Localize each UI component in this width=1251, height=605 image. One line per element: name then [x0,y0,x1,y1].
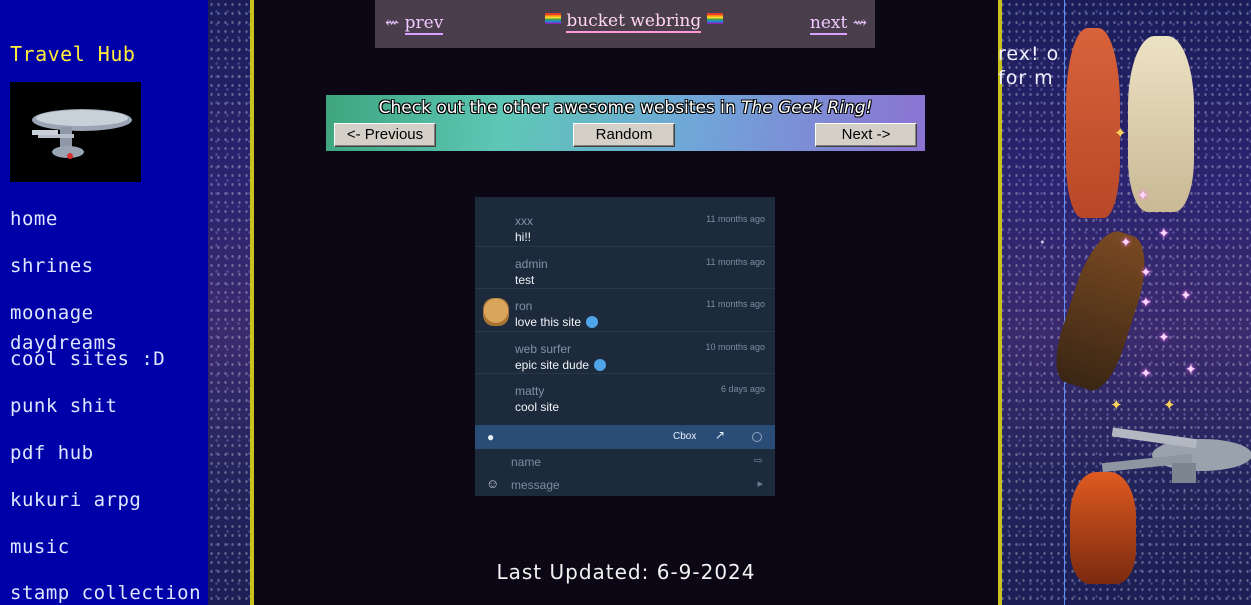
message-time: 11 months ago [706,257,765,267]
status-circle-icon[interactable] [752,432,762,442]
message-text: love this site [515,315,599,329]
geek-ring-next-button[interactable]: Next -> [815,123,917,147]
chat-message: matty cool site 6 days ago [475,374,775,425]
nav-moonage-daydreams[interactable]: moonage daydreams [10,298,208,354]
cbox-chat: xxx hi!! 11 months ago admin test 11 mon… [475,197,775,496]
sparkle-icon: ✦ [1140,295,1152,311]
user-icon[interactable]: ● [487,430,494,444]
geek-ring-banner: Check out the other awesome websites in … [326,95,925,151]
bucket-webring: ⇜ prev bucket webring next ⇝ [375,0,875,48]
nav-music[interactable]: music [10,532,208,579]
sparkle-icon: ✦ [1185,362,1197,378]
nav-stamp-collection[interactable]: stamp collection [10,578,208,605]
nav-cool-sites[interactable]: cool sites :D [10,344,208,391]
sparkle-icon: ✦ [1158,226,1170,242]
cbox-toolbar: ● Cbox ↗ [475,425,775,449]
bowie-figure [1070,472,1136,584]
message-time: 10 months ago [705,342,765,352]
gold-sparkle-icon: ✦ [1110,396,1123,414]
wink-emoji-icon [594,359,607,371]
sidebar: Travel Hub home shrines moonage daydream… [0,0,208,605]
message-text: test [515,273,535,287]
message-author: ron [515,299,533,313]
name-input[interactable] [511,453,747,470]
sparkle-icon: ✦ [1158,330,1170,346]
message-author: admin [515,257,548,271]
nav-shrines[interactable]: shrines [10,251,208,298]
nav-home[interactable]: home [10,204,208,251]
right-panel-text: rex! o for m [998,42,1068,90]
message-author: web surfer [515,342,572,356]
starship-image [10,82,141,182]
nav-punk[interactable]: punk shit [10,391,208,438]
sunglasses-emoji-icon [586,316,599,328]
sparkle-icon: ✦ [1180,288,1192,304]
main-content: ⇜ prev bucket webring next ⇝ Check out t… [250,0,1002,605]
nav-kukuri-arpg[interactable]: kukuri arpg [10,485,208,532]
last-updated: Last Updated: 6-9-2024 [496,560,756,584]
message-author: xxx [515,214,533,228]
geek-ring-message-text: Check out the other awesome websites in [378,98,742,118]
webring-prev-link[interactable]: ⇜ prev [385,13,444,35]
message-text: hi!! [515,230,532,244]
right-text-line1: rex! o [998,43,1060,65]
webring-next-link[interactable]: next ⇝ [809,13,867,35]
cbox-messages[interactable]: xxx hi!! 11 months ago admin test 11 mon… [475,197,775,425]
webring-title-label: bucket webring [566,11,702,33]
message-text-content: love this site [515,315,582,329]
chat-message: admin test 11 months ago [475,247,775,289]
sparkle-icon: ✦ [1140,265,1152,281]
sparkle-icon: ✦ [1137,188,1149,204]
message-author: matty [515,384,545,398]
login-icon[interactable]: ⇨ [754,454,763,467]
message-time: 11 months ago [706,299,765,309]
astronaut-figure-white [1128,36,1194,212]
cbox-name-row: ⇨ [475,450,775,473]
right-text-line2: for m [998,67,1054,89]
rainbow-flag-icon [545,13,561,24]
message-time: 11 months ago [706,214,765,224]
geek-ring-name[interactable]: The Geek Ring! [741,98,872,118]
rainbow-flag-icon [706,13,723,24]
message-text: cool site [515,400,560,414]
dog-avatar[interactable] [483,298,509,326]
webring-next-label: next [809,13,848,35]
smiley-icon[interactable]: ☺ [486,476,499,491]
webring-title[interactable]: bucket webring [545,11,723,33]
cbox-message-row: ☺ ▸ [475,473,775,496]
message-text-content: epic site dude [515,358,590,372]
sparkle-icon: ✦ [1120,235,1132,251]
message-input[interactable] [511,476,747,493]
geek-ring-message: Check out the other awesome websites in … [326,98,925,118]
astronaut-figure-red [1066,28,1120,218]
geek-ring-previous-button[interactable]: <- Previous [334,123,436,147]
cbox-brand-link[interactable]: Cbox [673,431,696,442]
send-icon[interactable]: ▸ [757,477,763,490]
webring-prev-label: prev [404,13,444,35]
site-title: Travel Hub [10,42,136,66]
chat-message: xxx hi!! 11 months ago [475,197,775,247]
sparkle-icon: ✦ [1140,366,1152,382]
gold-sparkle-icon: ✦ [1114,124,1127,142]
sidebar-nav: home shrines moonage daydreams cool site… [10,204,208,605]
nav-pdf-hub[interactable]: pdf hub [10,438,208,485]
chat-message: ron love this site 11 months ago [475,289,775,332]
gold-sparkle-icon: ✦ [1163,396,1176,414]
external-link-icon[interactable]: ↗ [715,428,725,442]
prev-arrow-icon: ⇜ [385,13,400,33]
divider-line [1064,0,1065,605]
chat-message: web surfer epic site dude 10 months ago [475,332,775,374]
message-text: epic site dude [515,358,607,372]
geek-ring-random-button[interactable]: Random [573,123,675,147]
next-arrow-icon: ⇝ [852,13,867,33]
message-time: 6 days ago [720,384,765,394]
